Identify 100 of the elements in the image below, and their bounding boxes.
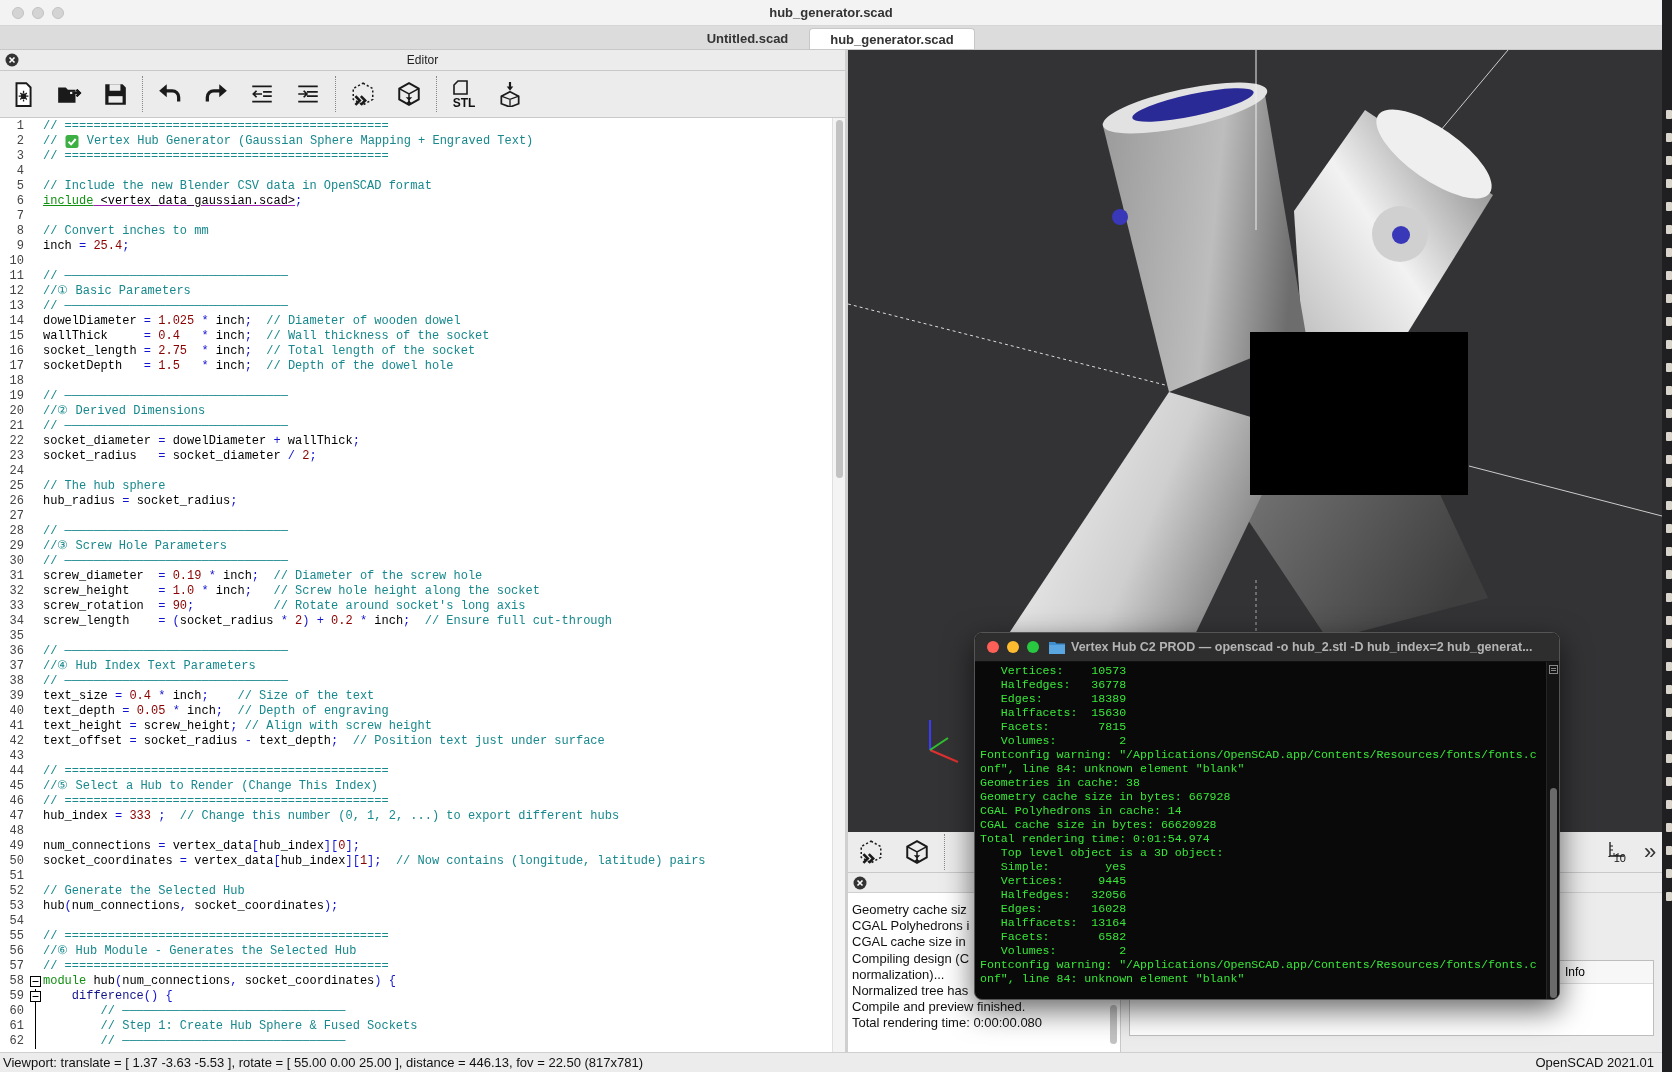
terminal-title: Vertex Hub C2 PROD — openscad -o hub_2.stl -D hub_index=2 hub_generat...: [1071, 640, 1533, 654]
code-text: Vertex Hub Generator (Gaussian Sphere Mapping + Engraved Text): [85, 134, 534, 149]
code-line: // Step 1: Create Hub Sphere & Fused Sockets: [99, 1019, 418, 1034]
terminal-line: CGAL Polyhedrons in cache: 14: [980, 804, 1183, 818]
collapse-icon[interactable]: [30, 976, 41, 987]
code-line: dowelDiameter = 1.025 * inch; // Diameter of wooden dowel: [43, 314, 461, 329]
tab[interactable]: hub_generator.scad: [809, 28, 975, 49]
terminal-line: onf", line 84: unknown element "blank": [980, 762, 1246, 776]
line-number: 9: [15, 239, 24, 254]
line-number: 6: [15, 194, 24, 209]
terminal-line: Total rendering time: 0:01:54.974: [980, 832, 1211, 846]
line-number: 48: [8, 824, 24, 839]
line-number: 1: [15, 119, 24, 134]
line-number: 26: [8, 494, 24, 509]
terminal-line: Halffacets: 15630: [999, 706, 1128, 720]
tab[interactable]: Untitled.scad: [686, 28, 809, 49]
code-line: //① Basic Parameters: [43, 284, 191, 299]
console-line: Normalized tree has: [852, 982, 969, 1000]
line-number: 27: [8, 509, 24, 524]
code-line: // Include the new Blender CSV data in OpenSCAD format: [43, 179, 432, 194]
code-line: screw_length = (socket_radius * 2) + 0.2 * inch; // Ensure full cut-through: [43, 614, 612, 629]
line-number: 5: [15, 179, 24, 194]
code-line: // =============================================: [43, 764, 389, 779]
code-line: // =============================================: [43, 149, 389, 164]
close-button[interactable]: [987, 641, 999, 653]
terminal-line: Halfedges: 32056: [999, 888, 1128, 902]
minimize-button[interactable]: [1007, 641, 1019, 653]
more-button[interactable]: »: [1642, 834, 1658, 870]
console-line: CGAL Polyhedrons i: [852, 918, 970, 935]
code-line: socket_coordinates = vertex_data[hub_index][1]; // Now contains (longitude, latitude) pairs: [43, 854, 706, 869]
code-line: // =============================================: [43, 119, 389, 134]
code-line: module hub(num_connections, socket_coordinates) {: [43, 974, 396, 989]
code-line: //⑥ Hub Module - Generates the Selected Hub: [43, 944, 357, 959]
line-number: 41: [8, 719, 24, 734]
code-line: //② Derived Dimensions: [43, 404, 206, 419]
line-number: 44: [8, 764, 24, 779]
line-number: 17: [8, 359, 24, 374]
collapse-icon[interactable]: [30, 991, 41, 1002]
terminal-line: Top level object is a 3D object:: [999, 846, 1225, 860]
line-number: 23: [8, 449, 24, 464]
code-line: // =============================================: [43, 929, 389, 944]
folder-icon: [1049, 640, 1065, 654]
terminal-line: Fontconfig warning: "/Applications/OpenSCAD.app/Contents/Resources/fonts/fonts.c: [980, 748, 1538, 762]
line-number: 28: [8, 524, 24, 539]
line-number: 57: [8, 959, 24, 974]
terminal-line: Facets: 7815: [999, 720, 1128, 734]
printer-nozzle-icon: [497, 81, 523, 107]
terminal-line: Geometry cache size in bytes: 667928: [980, 790, 1232, 804]
code-line: // =============================================: [43, 959, 389, 974]
code-line: //③ Screw Hole Parameters: [43, 539, 227, 554]
terminal-line: Volumes: 2: [999, 734, 1128, 748]
line-number: 21: [8, 419, 24, 434]
line-number: 58: [8, 974, 24, 989]
line-number: 34: [8, 614, 24, 629]
console-line: Geometry cache siz: [852, 902, 967, 919]
code-line: text_depth = 0.05 * inch; // Depth of engraving: [43, 704, 389, 719]
line-number: 22: [8, 434, 24, 449]
line-number: 43: [8, 749, 24, 764]
close-icon[interactable]: [853, 875, 867, 890]
terminal-line: Volumes: 2: [999, 944, 1128, 958]
code-line: // ───────────────────────────────: [43, 644, 288, 659]
terminal-line: Vertices: 9445: [999, 874, 1128, 888]
code-text: //: [43, 134, 59, 149]
line-number: 24: [8, 464, 24, 479]
line-number: 35: [8, 629, 24, 644]
scrollbar[interactable]: [1546, 662, 1559, 999]
dashed-cube-icon: [350, 81, 376, 107]
line-number: 13: [8, 299, 24, 314]
cube-hourglass-icon: [396, 81, 422, 107]
code-line: hub_index = 333 ; // Change this number (0, 1, 2, ...) to export different hubs: [43, 809, 620, 824]
line-number: 54: [8, 914, 24, 929]
code-line: difference() {: [70, 989, 173, 1004]
code-line: socket_length = 2.75 * inch; // Total length of the socket: [43, 344, 476, 359]
line-number: 30: [8, 554, 24, 569]
code-line: socketDepth = 1.5 * inch; // Depth of the dowel hole: [43, 359, 454, 374]
code-line: // ───────────────────────────────: [43, 269, 288, 284]
code-line: //④ Hub Index Text Parameters: [43, 659, 256, 674]
code-line: socket_radius = socket_diameter / 2;: [43, 449, 317, 464]
checkmark-icon: [64, 135, 79, 148]
line-number: 15: [8, 329, 24, 344]
line-number: 55: [8, 929, 24, 944]
line-number: 36: [8, 644, 24, 659]
terminal-line: Simple: yes: [999, 860, 1128, 874]
code-line: screw_height = 1.0 * inch; // Screw hole height along the socket: [43, 584, 540, 599]
console-line: Compiling design (C: [852, 950, 970, 967]
export-stl-button[interactable]: STL: [449, 76, 479, 112]
code-line: // The hub sphere: [43, 479, 166, 494]
line-number: 50: [8, 854, 24, 869]
line-number: 3: [15, 149, 24, 164]
terminal-line: Halfedges: 36778: [999, 678, 1128, 692]
list-icon[interactable]: [1548, 665, 1558, 674]
close-icon[interactable]: [5, 53, 19, 67]
line-number: 61: [8, 1019, 24, 1034]
terminal-line: Edges: 18389: [999, 692, 1128, 706]
code-line: // ───────────────────────────────: [43, 419, 288, 434]
zoom-button[interactable]: [1027, 641, 1039, 653]
scrollbar[interactable]: [1110, 1005, 1117, 1044]
line-number: 45: [8, 779, 24, 794]
line-number: 39: [8, 689, 24, 704]
code-line: num_connections = vertex_data[hub_index][0];: [43, 839, 360, 854]
